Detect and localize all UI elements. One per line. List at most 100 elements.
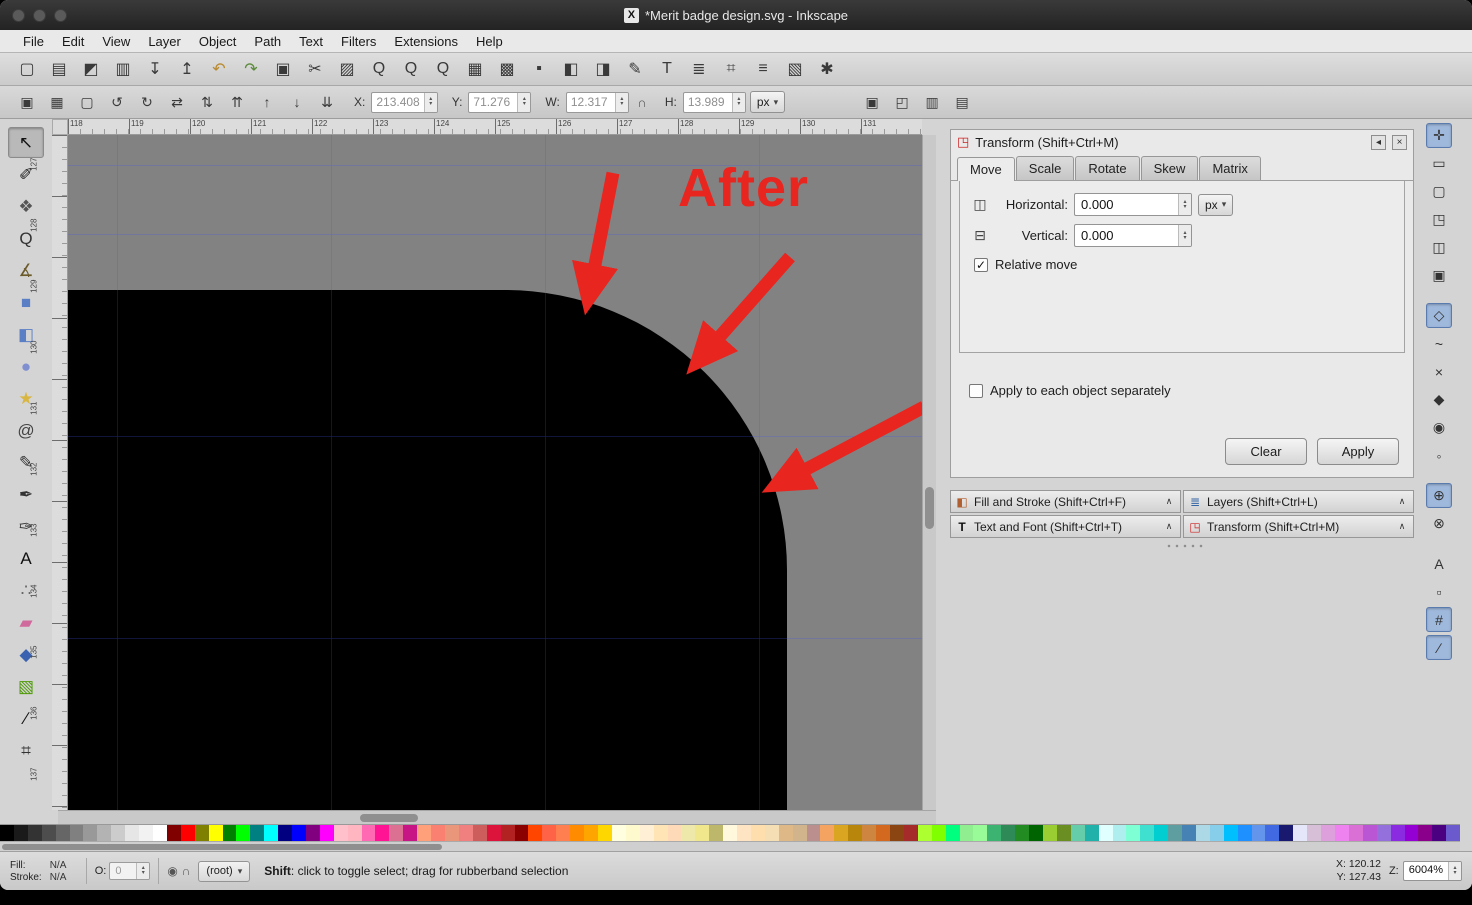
ungroup-button[interactable]: ◨ xyxy=(590,56,616,82)
import-button[interactable]: ↧ xyxy=(142,56,168,82)
new-document-button[interactable]: ▢ xyxy=(14,56,40,82)
collapse-chevron-icon[interactable]: ∧ xyxy=(1162,521,1176,532)
horizontal-spinner[interactable]: ▴ ▾ xyxy=(1178,194,1191,215)
color-swatch[interactable] xyxy=(1432,825,1447,841)
color-swatch[interactable] xyxy=(667,825,682,841)
color-swatch[interactable] xyxy=(55,825,70,841)
color-swatch[interactable] xyxy=(1182,825,1196,841)
lock-ratio-icon[interactable]: ∩ xyxy=(633,95,651,110)
color-swatch[interactable] xyxy=(737,825,751,841)
color-swatch[interactable] xyxy=(125,825,140,841)
color-swatch[interactable] xyxy=(1362,825,1377,841)
connector-tool[interactable]: ⌗ xyxy=(8,735,44,766)
save-button[interactable]: ◩ xyxy=(78,56,104,82)
deselect-button[interactable]: ▢ xyxy=(74,89,100,115)
transform-stroke-toggle[interactable]: ▣ xyxy=(859,89,885,115)
snap-path-intersections[interactable]: × xyxy=(1426,359,1452,384)
snap-nodes[interactable]: ◇ xyxy=(1426,303,1452,328)
color-swatch[interactable] xyxy=(347,825,362,841)
color-swatch[interactable] xyxy=(500,825,515,841)
color-swatch[interactable] xyxy=(1335,825,1349,841)
rotate-cw-button[interactable]: ↻ xyxy=(134,89,160,115)
opacity-field[interactable]: 0 ▴ ▾ xyxy=(109,862,151,880)
snap-bbox[interactable]: ▭ xyxy=(1426,151,1452,176)
iconify-panel-button[interactable]: ◂ xyxy=(1371,134,1386,150)
color-swatch[interactable] xyxy=(1307,825,1322,841)
color-swatch[interactable] xyxy=(1376,825,1391,841)
color-swatch[interactable] xyxy=(778,825,793,841)
lower-to-bottom-button[interactable]: ⇊ xyxy=(314,89,340,115)
color-swatch[interactable] xyxy=(445,825,459,841)
color-swatch[interactable] xyxy=(1098,825,1113,841)
color-swatch[interactable] xyxy=(1279,825,1294,841)
color-swatch[interactable] xyxy=(1029,825,1043,841)
color-swatch[interactable] xyxy=(1070,825,1085,841)
tab-rotate[interactable]: Rotate xyxy=(1075,156,1140,180)
h-field[interactable]: 13.989 ▴ ▾ xyxy=(682,91,746,113)
color-swatch[interactable] xyxy=(152,825,167,841)
menu-item[interactable]: Help xyxy=(467,30,512,52)
color-swatch[interactable] xyxy=(597,825,612,841)
dock-resize-handle[interactable] xyxy=(1165,543,1205,549)
color-swatch[interactable] xyxy=(13,825,28,841)
menu-item[interactable]: Edit xyxy=(53,30,93,52)
open-document-button[interactable]: ▤ xyxy=(46,56,72,82)
menu-item[interactable]: Object xyxy=(190,30,246,52)
snap-bbox-edges[interactable]: ▢ xyxy=(1426,179,1452,204)
snap-bbox-corners[interactable]: ◳ xyxy=(1426,207,1452,232)
xml-editor-button[interactable]: ⌗ xyxy=(718,56,744,82)
units-dropdown[interactable]: px ▾ xyxy=(749,91,786,113)
color-swatch[interactable] xyxy=(625,825,640,841)
horizontal-scrollbar-thumb[interactable] xyxy=(360,814,418,822)
copy-button[interactable]: ▣ xyxy=(270,56,296,82)
text-dialog-button[interactable]: T xyxy=(654,56,680,82)
flip-horizontal-button[interactable]: ⇄ xyxy=(164,89,190,115)
snap-bbox-centers[interactable]: ▣ xyxy=(1426,263,1452,288)
zoom-window-button[interactable] xyxy=(54,8,67,22)
rotate-ccw-button[interactable]: ↺ xyxy=(104,89,130,115)
w-spinner[interactable]: ▴ ▾ xyxy=(614,92,628,112)
text-tool[interactable]: A xyxy=(8,543,44,574)
vertical-scrollbar[interactable] xyxy=(922,135,936,810)
palette-scrollbar[interactable] xyxy=(0,841,1460,851)
vertical-spinner[interactable]: ▴ ▾ xyxy=(1178,225,1191,246)
h-spinner[interactable]: ▴ ▾ xyxy=(731,92,745,112)
tab-move[interactable]: Move xyxy=(957,157,1015,181)
color-swatch[interactable] xyxy=(1237,825,1252,841)
color-swatch[interactable] xyxy=(959,825,974,841)
apply-each-checkbox[interactable] xyxy=(969,383,983,398)
color-swatch[interactable] xyxy=(1001,825,1016,841)
raise-button[interactable]: ↑ xyxy=(254,89,280,115)
tab-skew[interactable]: Skew xyxy=(1140,156,1199,180)
collapse-chevron-icon[interactable]: ∧ xyxy=(1395,496,1409,507)
color-swatch[interactable] xyxy=(834,825,849,841)
transform-units-dropdown[interactable]: px ▾ xyxy=(1198,193,1234,216)
x-field[interactable]: 213.408 ▴ ▾ xyxy=(371,91,438,113)
vertical-field[interactable]: 0.000 ▴ ▾ xyxy=(1074,224,1192,247)
color-swatch[interactable] xyxy=(1446,825,1461,841)
color-swatch[interactable] xyxy=(903,825,918,841)
color-swatch[interactable] xyxy=(514,825,529,841)
color-swatch[interactable] xyxy=(611,825,626,841)
w-field[interactable]: 12.317 ▴ ▾ xyxy=(565,91,629,113)
color-swatch[interactable] xyxy=(403,825,418,841)
color-swatch[interactable] xyxy=(1404,825,1419,841)
color-swatch[interactable] xyxy=(1154,825,1169,841)
color-swatch[interactable] xyxy=(1348,825,1363,841)
color-swatch[interactable] xyxy=(1056,825,1071,841)
canvas[interactable]: After xyxy=(68,135,922,810)
snap-text-baseline[interactable]: A xyxy=(1426,551,1452,576)
tab-matrix[interactable]: Matrix xyxy=(1199,156,1261,180)
color-swatch[interactable] xyxy=(806,825,821,841)
color-swatch[interactable] xyxy=(1195,825,1210,841)
snap-cusp-nodes[interactable]: ◆ xyxy=(1426,387,1452,412)
color-swatch[interactable] xyxy=(180,825,195,841)
vertical-ruler[interactable]: 127 128 129 130 131 132 133 134 135 136 137 xyxy=(30,135,68,810)
unlink-clone-button[interactable]: ▪ xyxy=(526,56,552,82)
color-swatch[interactable] xyxy=(222,825,237,841)
close-panel-button[interactable]: × xyxy=(1392,134,1407,150)
color-swatch[interactable] xyxy=(333,825,348,841)
fill-stroke-indicator[interactable]: Fill: N/A Stroke: N/A xyxy=(10,860,78,883)
eraser-tool[interactable]: ▰ xyxy=(8,607,44,638)
menu-item[interactable]: View xyxy=(93,30,139,52)
